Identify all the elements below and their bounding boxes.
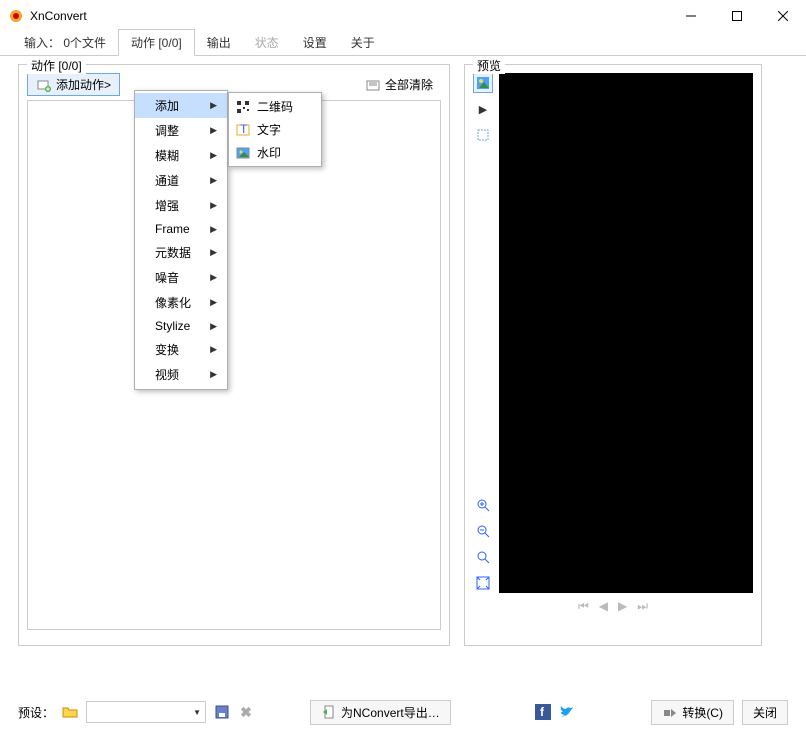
menu-metadata[interactable]: 元数据▶	[135, 240, 227, 265]
preview-after-icon[interactable]: ▶	[473, 99, 493, 119]
add-action-label: 添加动作>	[56, 76, 111, 93]
chevron-right-icon: ▶	[210, 200, 217, 211]
minimize-button[interactable]	[668, 0, 714, 32]
nav-first-icon[interactable]: ⏮	[578, 599, 589, 614]
maximize-button[interactable]	[714, 0, 760, 32]
menu-pixelate[interactable]: 像素化▶	[135, 290, 227, 315]
window-title: XnConvert	[30, 9, 668, 23]
menu-add[interactable]: 添加▶	[135, 93, 227, 118]
chevron-right-icon: ▶	[210, 369, 217, 380]
menu-channel[interactable]: 通道▶	[135, 168, 227, 193]
clear-all-label: 全部清除	[385, 76, 433, 93]
export-label: 为NConvert导出…	[341, 704, 440, 721]
menu-frame[interactable]: Frame▶	[135, 218, 227, 240]
convert-label: 转换(C)	[682, 704, 723, 721]
convert-icon	[662, 704, 678, 720]
close-app-button[interactable]: 关闭	[742, 700, 788, 725]
menu-blur[interactable]: 模糊▶	[135, 143, 227, 168]
text-icon: T	[235, 122, 251, 138]
chevron-right-icon: ▶	[210, 344, 217, 355]
preset-select[interactable]: ▼	[86, 701, 206, 723]
tab-status: 状态	[243, 30, 291, 55]
zoom-out-icon[interactable]	[473, 521, 493, 541]
submenu-watermark[interactable]: 水印	[229, 141, 321, 164]
watermark-icon	[235, 145, 251, 161]
preview-canvas	[499, 73, 753, 593]
preview-crop-icon[interactable]	[473, 125, 493, 145]
actions-panel-legend: 动作 [0/0]	[27, 57, 86, 74]
facebook-icon[interactable]: f	[535, 704, 551, 720]
tab-actions[interactable]: 动作 [0/0]	[118, 29, 195, 56]
delete-icon[interactable]: ✖	[238, 704, 254, 720]
menu-noise[interactable]: 噪音▶	[135, 265, 227, 290]
zoom-fit-icon[interactable]	[473, 573, 493, 593]
actions-list	[27, 100, 441, 630]
app-icon	[8, 8, 24, 24]
tab-output[interactable]: 输出	[195, 30, 243, 55]
convert-button[interactable]: 转换(C)	[651, 700, 734, 725]
add-icon	[36, 77, 52, 93]
action-category-menu: 添加▶ 调整▶ 模糊▶ 通道▶ 增强▶ Frame▶ 元数据▶ 噪音▶ 像素化▶…	[134, 90, 228, 390]
submenu-qrcode[interactable]: 二维码	[229, 95, 321, 118]
tab-settings[interactable]: 设置	[291, 30, 339, 55]
menu-video[interactable]: 视频▶	[135, 362, 227, 387]
nav-prev-icon[interactable]: ◀	[599, 599, 608, 614]
folder-open-icon[interactable]	[62, 704, 78, 720]
clear-icon	[365, 77, 381, 93]
submenu-text-label: 文字	[257, 121, 281, 138]
chevron-right-icon: ▶	[210, 175, 217, 186]
close-app-label: 关闭	[753, 704, 777, 721]
twitter-icon[interactable]	[559, 704, 575, 720]
chevron-right-icon: ▶	[210, 150, 217, 161]
preview-panel-legend: 预览	[473, 57, 505, 74]
nav-last-icon[interactable]: ⏭	[637, 599, 648, 614]
menu-transform[interactable]: 变换▶	[135, 337, 227, 362]
chevron-right-icon: ▶	[210, 297, 217, 308]
nav-next-icon[interactable]: ▶	[618, 599, 627, 614]
preview-panel: 预览 ▶ ⏮ ◀ ▶ ⏭	[464, 64, 762, 646]
menu-stylize[interactable]: Stylize▶	[135, 315, 227, 337]
export-icon	[321, 704, 337, 720]
chevron-right-icon: ▶	[210, 321, 217, 332]
tab-about[interactable]: 关于	[339, 30, 387, 55]
clear-all-button[interactable]: 全部清除	[357, 73, 441, 96]
preview-before-icon[interactable]	[473, 73, 493, 93]
chevron-right-icon: ▶	[210, 100, 217, 111]
preset-label: 预设：	[18, 704, 54, 721]
export-nconvert-button[interactable]: 为NConvert导出…	[310, 700, 451, 725]
submenu-text[interactable]: T 文字	[229, 118, 321, 141]
submenu-watermark-label: 水印	[257, 144, 281, 161]
add-action-button[interactable]: 添加动作>	[27, 73, 120, 96]
svg-text:T: T	[240, 123, 248, 136]
qrcode-icon	[235, 99, 251, 115]
chevron-right-icon: ▶	[210, 272, 217, 283]
chevron-right-icon: ▶	[210, 247, 217, 258]
main-tabs: 输入： 0个文件 动作 [0/0] 输出 状态 设置 关于	[0, 32, 806, 56]
chevron-right-icon: ▶	[210, 224, 217, 235]
save-icon[interactable]	[214, 704, 230, 720]
action-add-submenu: 二维码 T 文字 水印	[228, 92, 322, 167]
close-button[interactable]	[760, 0, 806, 32]
chevron-down-icon: ▼	[193, 708, 201, 717]
zoom-in-icon[interactable]	[473, 495, 493, 515]
submenu-qrcode-label: 二维码	[257, 98, 293, 115]
tab-input[interactable]: 输入： 0个文件	[12, 30, 118, 55]
zoom-reset-icon[interactable]	[473, 547, 493, 567]
menu-enhance[interactable]: 增强▶	[135, 193, 227, 218]
chevron-right-icon: ▶	[210, 125, 217, 136]
menu-adjust[interactable]: 调整▶	[135, 118, 227, 143]
